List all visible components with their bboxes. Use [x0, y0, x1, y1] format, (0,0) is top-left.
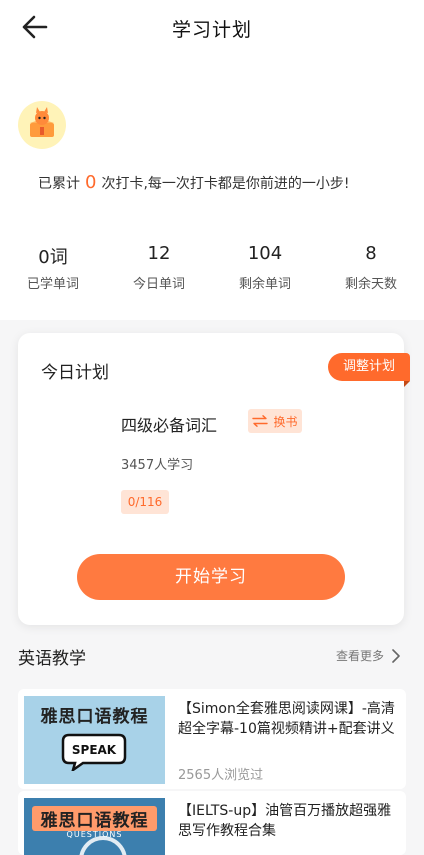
- page-title: 学习计划: [171, 19, 252, 41]
- book-name: 四级必备词汇: [121, 416, 218, 435]
- learner-count: 3457人学习: [121, 458, 194, 473]
- course-thumbnail: 雅思口语教程 SPEAK: [24, 696, 165, 784]
- stat-today-words: 12 今日单词: [106, 243, 212, 292]
- cat-book-icon[interactable]: [18, 101, 66, 149]
- stats-row: 0词 已学单词 12 今日单词 104 剩余单词 8 剩余天数: [0, 243, 424, 292]
- swap-book-label: 换书: [273, 414, 298, 429]
- course-item[interactable]: 雅思口语教程 QUESTIONS 【IELTS-up】油管百万播放超强雅思写作教…: [18, 791, 406, 855]
- thumbnail-title: 雅思口语教程: [32, 806, 157, 831]
- swap-icon: [252, 415, 269, 427]
- stat-value: 0词: [38, 247, 68, 268]
- stat-learned-words: 0词 已学单词: [0, 243, 106, 292]
- course-item[interactable]: 雅思口语教程 SPEAK 【Simon全套雅思阅读网课】-高清超全字幕-10篇视…: [18, 689, 406, 789]
- stat-label: 剩余单词: [238, 277, 291, 292]
- stat-label: 剩余天数: [344, 277, 397, 292]
- top-bar: 学习计划: [0, 0, 424, 56]
- thumbnail-badge: SPEAK: [71, 743, 117, 757]
- stat-label: 已学单词: [26, 277, 79, 292]
- plan-progress-badge: 0/116: [121, 490, 169, 514]
- section-title: 英语教学: [18, 649, 86, 669]
- checkin-prefix: 已累计: [38, 176, 80, 192]
- thumbnail-title: 雅思口语教程: [40, 707, 149, 727]
- checkin-summary: 已累计 0 次打卡,每一次打卡都是你前进的一小步!: [38, 172, 350, 193]
- stat-value: 8: [365, 243, 377, 264]
- checkin-suffix: 次打卡,每一次打卡都是你前进的一小步!: [101, 176, 350, 192]
- course-views: 2565人浏览过: [178, 768, 264, 783]
- view-more-link[interactable]: 查看更多: [336, 647, 400, 664]
- course-thumbnail: 雅思口语教程 QUESTIONS: [24, 798, 165, 855]
- adjust-plan-button[interactable]: 调整计划: [328, 353, 410, 387]
- stat-remaining-words: 104 剩余单词: [212, 243, 318, 292]
- chevron-right-icon: [392, 648, 400, 663]
- plan-title: 今日计划: [41, 363, 109, 383]
- start-learning-button[interactable]: 开始学习: [77, 554, 345, 600]
- view-more-label: 查看更多: [335, 649, 384, 663]
- stat-value: 104: [247, 243, 283, 264]
- stat-value: 12: [147, 243, 171, 264]
- stat-label: 今日单词: [132, 277, 185, 292]
- course-title: 【Simon全套雅思阅读网课】-高清超全字幕-10篇视频精讲+配套讲义: [178, 701, 395, 737]
- today-plan-card: 今日计划 调整计划 四级必备词汇 换书 3457人学习 0/116 开始学习: [18, 333, 410, 625]
- swap-book-button[interactable]: 换书: [248, 409, 302, 433]
- stat-remaining-days: 8 剩余天数: [318, 243, 424, 292]
- checkin-count: 0: [85, 172, 97, 193]
- course-title: 【IELTS-up】油管百万播放超强雅思写作教程合集: [178, 803, 392, 839]
